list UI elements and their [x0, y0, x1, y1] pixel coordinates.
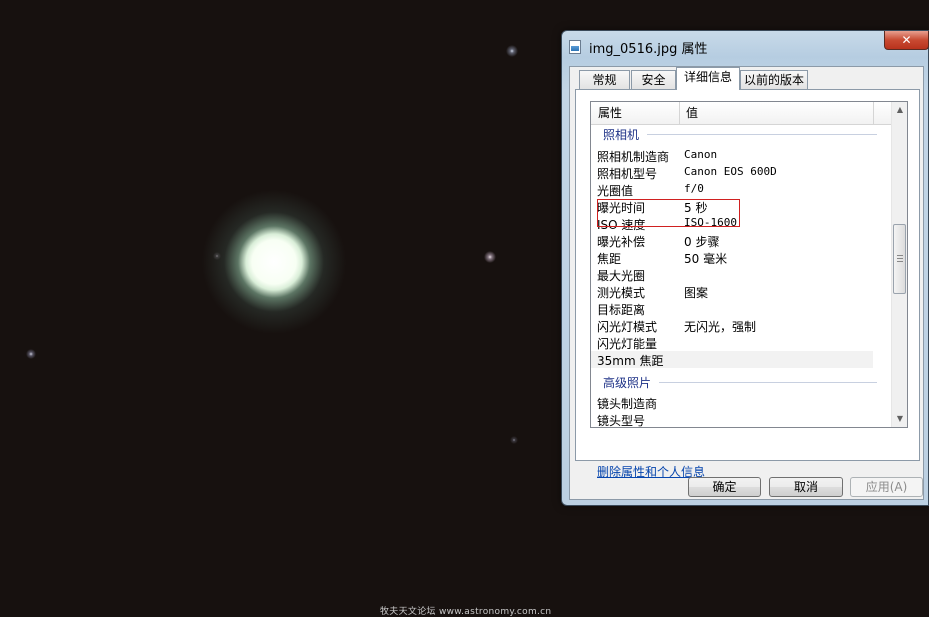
dialog-client-area: 常规 安全 详细信息 以前的版本 属性 值 照相机 照相机制造商 Canon 照…: [569, 66, 924, 500]
list-item[interactable]: 测光模式 图案: [591, 283, 873, 300]
list-item[interactable]: 照相机制造商 Canon: [591, 147, 873, 164]
tab-previous-versions[interactable]: 以前的版本: [740, 70, 808, 89]
properties-window: img_0516.jpg 属性 ✕ 常规 安全 详细信息 以前的版本 属性 值 …: [561, 30, 929, 506]
property-value: 图案: [684, 286, 709, 300]
list-item[interactable]: 闪光灯能量: [591, 334, 873, 351]
tab-details[interactable]: 详细信息: [676, 67, 740, 90]
annotation-highlight-box: [597, 199, 740, 227]
column-divider[interactable]: [873, 102, 874, 124]
list-item[interactable]: 光圈值 f/0: [591, 181, 873, 198]
property-value: 无闪光，强制: [684, 320, 757, 334]
group-header-advanced-photo: 高级照片: [603, 376, 652, 390]
tab-general[interactable]: 常规: [579, 70, 630, 89]
close-button[interactable]: ✕: [884, 31, 929, 50]
property-value: f/0: [684, 182, 704, 195]
property-name: 焦距: [597, 252, 622, 266]
list-item[interactable]: 曝光补偿 0 步骤: [591, 232, 873, 249]
watermark: 牧夫天文论坛 www.astronomy.com.cn: [380, 607, 552, 617]
column-header-value[interactable]: 值: [679, 102, 873, 124]
property-name: 照相机型号: [597, 167, 658, 181]
group-header-camera: 照相机: [603, 128, 640, 142]
ok-button[interactable]: 确定: [688, 477, 761, 497]
property-value: 0 步骤: [684, 235, 720, 249]
property-name: 镜头型号: [597, 414, 646, 428]
window-title: img_0516.jpg 属性: [589, 42, 708, 57]
list-column-header: 属性 值: [591, 102, 891, 125]
scroll-up-arrow-icon[interactable]: ▲: [892, 102, 907, 118]
vertical-scrollbar[interactable]: ▲ ▼: [891, 102, 907, 427]
property-name: 镜头制造商: [597, 397, 658, 411]
property-name: 闪光灯能量: [597, 337, 658, 351]
property-name: 最大光圈: [597, 269, 646, 283]
property-name: 目标距离: [597, 303, 646, 317]
property-value: 50 毫米: [684, 252, 728, 266]
column-header-property[interactable]: 属性: [591, 102, 679, 124]
list-item[interactable]: 镜头型号: [591, 411, 873, 428]
property-name: 照相机制造商: [597, 150, 670, 164]
cancel-button[interactable]: 取消: [769, 477, 843, 497]
tab-security[interactable]: 安全: [631, 70, 676, 89]
property-name: 曝光补偿: [597, 235, 646, 249]
property-name: 35mm 焦距: [597, 354, 664, 368]
list-item[interactable]: 镜头制造商: [591, 394, 873, 411]
group-divider: [659, 382, 877, 383]
apply-button[interactable]: 应用(A): [850, 477, 923, 497]
title-bar[interactable]: img_0516.jpg 属性 ✕: [562, 31, 929, 59]
property-name: 测光模式: [597, 286, 646, 300]
property-value: Canon: [684, 148, 718, 161]
property-name: 闪光灯模式: [597, 320, 658, 334]
grip-icon: [897, 255, 903, 262]
details-panel: 属性 值 照相机 照相机制造商 Canon 照相机型号 Canon EOS 60…: [575, 89, 920, 479]
list-item[interactable]: 最大光圈: [591, 266, 873, 283]
list-item[interactable]: 35mm 焦距: [591, 351, 873, 368]
list-item[interactable]: 闪光灯模式 无闪光，强制: [591, 317, 873, 334]
property-name: 光圈值: [597, 184, 634, 198]
scroll-down-arrow-icon[interactable]: ▼: [892, 411, 907, 427]
property-list[interactable]: 属性 值 照相机 照相机制造商 Canon 照相机型号 Canon EOS 60…: [590, 101, 908, 428]
list-item[interactable]: 照相机型号 Canon EOS 600D: [591, 164, 873, 181]
property-value: Canon EOS 600D: [684, 165, 777, 178]
list-item[interactable]: 焦距 50 毫米: [591, 249, 873, 266]
image-file-icon: [569, 40, 581, 54]
scroll-thumb[interactable]: [893, 224, 906, 294]
list-item[interactable]: 目标距离: [591, 300, 873, 317]
group-divider: [647, 134, 877, 135]
